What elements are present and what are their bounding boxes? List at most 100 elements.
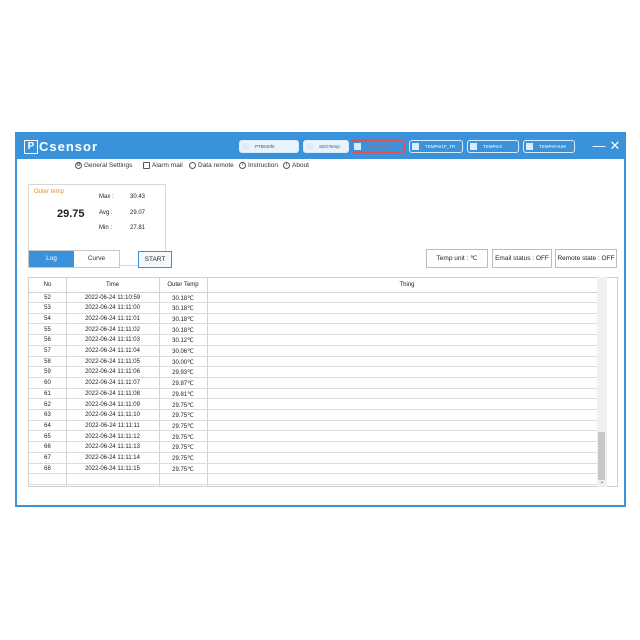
device-label: SDGTemp — [319, 144, 340, 149]
usb-port-icon — [412, 143, 419, 150]
cell-outer-temp: 30.00℃ — [172, 359, 194, 366]
usb-port-icon — [306, 143, 313, 150]
cell-outer-temp: 30.18℃ — [172, 316, 194, 323]
table-row[interactable]: 60 2022-06-24 11:11:07 29.87℃ — [29, 379, 607, 389]
menu-alarm-mail[interactable]: Alarm mail — [143, 162, 183, 169]
cell-time: 2022-06-24 11:11:09 — [85, 401, 140, 408]
cell-no: 62 — [44, 401, 51, 408]
menu-label: Alarm mail — [152, 162, 183, 169]
avg-value: 29.07 — [130, 210, 146, 216]
menu-about[interactable]: i About — [283, 162, 309, 169]
cell-time: 2022-06-24 11:11:07 — [85, 380, 140, 387]
cell-no: 54 — [44, 315, 51, 322]
cell-outer-temp: 29.75℃ — [172, 413, 194, 420]
cell-time: 2022-06-24 11:11:06 — [85, 369, 140, 376]
device-tab-temper2[interactable]: TEMPer2 — [467, 140, 519, 153]
cell-outer-temp: 30.06℃ — [172, 349, 194, 355]
cell-no: 68 — [44, 465, 51, 472]
menu-label: Data remote — [198, 162, 234, 169]
device-label: TEMPerHUM — [367, 144, 394, 149]
tab-log[interactable]: Log — [29, 251, 74, 267]
max-label: Max : — [99, 194, 114, 200]
table-row[interactable]: 57 2022-06-24 11:11:04 30.06℃ — [29, 347, 607, 357]
scroll-down-arrow-icon[interactable]: ⌄ — [598, 478, 606, 485]
cell-time: 2022-06-24 11:11:02 — [85, 326, 140, 333]
cell-no: 58 — [44, 358, 51, 365]
table-row[interactable]: 54 2022-06-24 11:11:01 30.18℃ — [29, 314, 607, 325]
remote-state-button[interactable]: Remote state : OFF — [555, 249, 617, 268]
device-label: TEMPer2 — [483, 144, 503, 149]
column-header-thing[interactable]: Thing — [207, 282, 607, 288]
cell-outer-temp: 29.75℃ — [172, 466, 194, 473]
cell-no: 66 — [44, 444, 51, 451]
menu-general-settings[interactable]: ⚙ General Settings — [75, 162, 132, 169]
cell-no: 53 — [44, 305, 51, 312]
device-tab-temperhum[interactable]: TEMPerHUM — [523, 140, 575, 153]
table-row[interactable]: 56 2022-06-24 11:11:03 30.12℃ — [29, 336, 607, 346]
table-row[interactable]: 52 2022-06-24 11:10:59 30.18℃ — [29, 293, 607, 303]
cell-no: 64 — [44, 422, 51, 429]
device-label: PT8640ht — [255, 144, 275, 149]
table-scrollbar[interactable]: ⌄ — [597, 277, 607, 487]
table-row[interactable]: 68 2022-06-24 11:11:15 29.75℃ — [29, 464, 607, 475]
cell-outer-temp: 30.18℃ — [172, 327, 194, 334]
column-header-no[interactable]: No — [29, 282, 66, 288]
start-button[interactable]: START — [138, 251, 172, 268]
title-bar: P Csensor PT8640ht SDGTemp TEMPerHUM TEM… — [17, 134, 624, 159]
temp-unit-button[interactable]: Temp unit : ℃ — [426, 249, 488, 268]
avg-label: Avg : — [99, 210, 113, 216]
table-row[interactable]: 65 2022-06-24 11:11:12 29.75℃ — [29, 432, 607, 443]
cell-outer-temp: 29.75℃ — [172, 445, 194, 452]
cell-outer-temp: 29.75℃ — [172, 402, 194, 409]
device-tab-sdgtemp[interactable]: SDGTemp — [303, 140, 349, 153]
table-row[interactable]: 59 2022-06-24 11:11:06 29.93℃ — [29, 368, 607, 378]
cell-no: 60 — [44, 380, 51, 387]
cell-outer-temp: 30.18℃ — [172, 295, 194, 302]
cell-outer-temp: 29.87℃ — [172, 381, 194, 388]
logo-box: P — [24, 139, 38, 154]
menu-label: About — [292, 162, 309, 169]
max-value: 30.43 — [130, 194, 146, 200]
device-label: TEMPerHUM — [539, 144, 566, 149]
device-tab-temperhum-active[interactable]: TEMPerHUM — [351, 140, 405, 153]
cell-time: 2022-06-24 11:11:01 — [85, 315, 140, 322]
email-status-button[interactable]: Email status : OFF — [492, 249, 552, 268]
column-header-time[interactable]: Time — [66, 282, 159, 288]
menu-data-remote[interactable]: Data remote — [189, 162, 234, 169]
table-row-empty — [29, 475, 607, 485]
info-icon: i — [283, 162, 290, 169]
help-icon: ? — [239, 162, 246, 169]
usb-port-icon — [526, 143, 533, 150]
tab-curve[interactable]: Curve — [74, 251, 119, 267]
table-row[interactable]: 64 2022-06-24 11:11:11 29.75℃ — [29, 421, 607, 432]
minimize-button[interactable]: — — [592, 137, 606, 155]
cell-time: 2022-06-24 11:11:10 — [85, 412, 140, 419]
table-row[interactable]: 66 2022-06-24 11:11:13 29.75℃ — [29, 443, 607, 453]
cell-no: 55 — [44, 326, 51, 333]
table-row[interactable]: 61 2022-06-24 11:11:08 29.81℃ — [29, 389, 607, 400]
menu-instruction[interactable]: ? Instruction — [239, 162, 278, 169]
cell-no: 61 — [44, 390, 51, 397]
mail-icon — [143, 162, 150, 169]
menu-label: Instruction — [248, 162, 278, 169]
usb-port-icon — [354, 143, 361, 150]
current-temp-value: 29.75 — [57, 208, 85, 220]
log-table[interactable]: No Time Outer Temp Thing 52 2022-06-24 11… — [28, 277, 618, 487]
table-row[interactable]: 58 2022-06-24 11:11:05 30.00℃ — [29, 357, 607, 368]
link-icon — [189, 162, 196, 169]
cell-no: 63 — [44, 412, 51, 419]
cell-time: 2022-06-24 11:11:00 — [85, 305, 140, 312]
close-button[interactable]: ✕ — [608, 137, 622, 155]
table-row[interactable]: 62 2022-06-24 11:11:09 29.75℃ — [29, 400, 607, 410]
table-row[interactable]: 53 2022-06-24 11:11:00 30.18℃ — [29, 304, 607, 314]
column-header-outer-temp[interactable]: Outer Temp — [159, 282, 207, 288]
table-row[interactable]: 55 2022-06-24 11:11:02 30.18℃ — [29, 325, 607, 336]
device-tab-temper1f-tr[interactable]: TEMPer1F_TR — [409, 140, 463, 153]
table-header: No Time Outer Temp Thing — [29, 278, 607, 293]
scrollbar-thumb[interactable] — [598, 432, 605, 480]
logo-text: Csensor — [39, 139, 99, 154]
device-tab-pt8640ht[interactable]: PT8640ht — [239, 140, 299, 153]
table-row[interactable]: 63 2022-06-24 11:11:10 29.75℃ — [29, 411, 607, 421]
cell-no: 56 — [44, 337, 51, 344]
table-row[interactable]: 67 2022-06-24 11:11:14 29.75℃ — [29, 454, 607, 464]
